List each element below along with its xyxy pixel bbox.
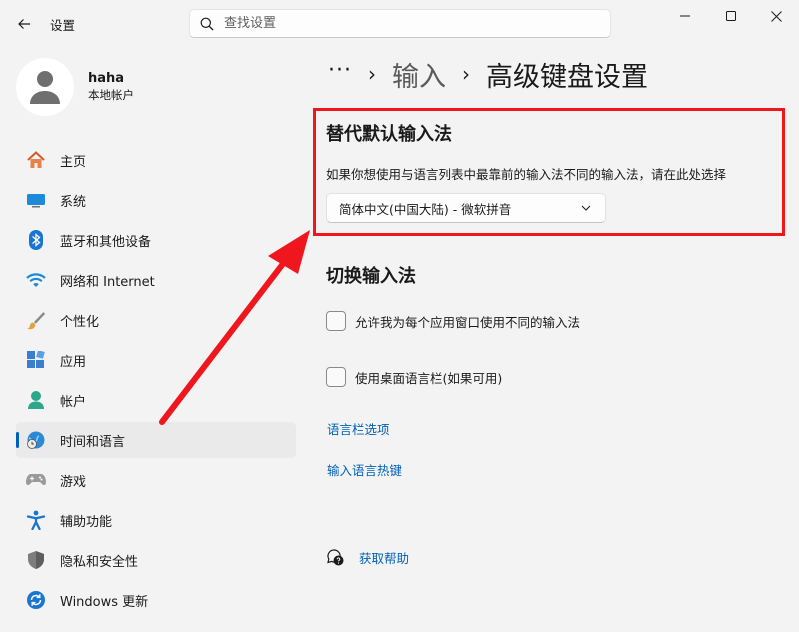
maximize-button[interactable] bbox=[708, 0, 754, 32]
breadcrumb-overflow-button[interactable]: ··· bbox=[328, 58, 352, 83]
sidebar-item-system[interactable]: 系统 bbox=[16, 182, 296, 218]
profile-account-type: 本地帐户 bbox=[88, 88, 134, 102]
avatar bbox=[16, 58, 74, 116]
input-hotkeys-link[interactable]: 输入语言热键 bbox=[327, 460, 402, 479]
globe-clock-icon bbox=[25, 429, 47, 451]
get-help-label: 获取帮助 bbox=[359, 550, 410, 566]
search-icon bbox=[190, 17, 224, 31]
sidebar-item-accessibility[interactable]: 辅助功能 bbox=[16, 502, 296, 538]
sidebar-item-network[interactable]: 网络和 Internet bbox=[16, 262, 296, 298]
sidebar-item-label: 隐私和安全性 bbox=[60, 554, 139, 570]
language-bar-options-link[interactable]: 语言栏选项 bbox=[327, 419, 390, 438]
sidebar-item-bluetooth[interactable]: 蓝牙和其他设备 bbox=[16, 222, 296, 258]
checkbox-label: 使用桌面语言栏(如果可用) bbox=[355, 370, 503, 386]
wifi-icon bbox=[25, 269, 47, 291]
desktop-language-bar-option[interactable]: 使用桌面语言栏(如果可用) bbox=[326, 366, 502, 388]
person-icon bbox=[30, 71, 60, 104]
page-title: 高级键盘设置 bbox=[485, 61, 648, 93]
sidebar-item-label: 系统 bbox=[60, 194, 87, 210]
dropdown-selected-value: 简体中文(中国大陆) - 微软拼音 bbox=[339, 201, 512, 217]
close-button[interactable] bbox=[753, 0, 799, 32]
apps-icon bbox=[25, 349, 47, 371]
section-title-switch-input: 切换输入法 bbox=[326, 266, 416, 287]
accessibility-icon bbox=[25, 509, 47, 531]
search-box[interactable] bbox=[189, 9, 611, 38]
maximize-icon bbox=[726, 11, 736, 21]
account-icon bbox=[25, 389, 47, 411]
checkbox-label: 允许我为每个应用窗口使用不同的输入法 bbox=[355, 314, 581, 330]
sidebar-item-windows-update[interactable]: Windows 更新 bbox=[16, 582, 296, 618]
home-icon bbox=[25, 149, 47, 171]
sidebar-item-label: 时间和语言 bbox=[60, 434, 126, 450]
profile-name: haha bbox=[88, 71, 125, 86]
bluetooth-icon bbox=[25, 229, 47, 251]
search-input[interactable] bbox=[224, 16, 584, 31]
per-app-input-option[interactable]: 允许我为每个应用窗口使用不同的输入法 bbox=[326, 310, 580, 332]
desktop-language-bar-checkbox[interactable] bbox=[326, 367, 346, 387]
section-title-override-input: 替代默认输入法 bbox=[326, 124, 452, 145]
sidebar-item-label: 辅助功能 bbox=[60, 514, 113, 530]
sidebar-item-gaming[interactable]: 游戏 bbox=[16, 462, 296, 498]
override-input-description: 如果你想使用与语言列表中最靠前的输入法不同的输入法，请在此处选择 bbox=[326, 167, 727, 182]
sidebar-item-apps[interactable]: 应用 bbox=[16, 342, 296, 378]
chevron-right-icon: › bbox=[461, 62, 470, 86]
get-help-link[interactable]: 获取帮助 bbox=[326, 546, 409, 568]
sidebar-item-label: 个性化 bbox=[60, 314, 100, 330]
user-profile[interactable]: haha 本地帐户 bbox=[16, 58, 134, 116]
sidebar-item-label: 蓝牙和其他设备 bbox=[60, 234, 152, 250]
per-app-input-checkbox[interactable] bbox=[326, 311, 346, 331]
sidebar-item-accounts[interactable]: 帐户 bbox=[16, 382, 296, 418]
sidebar-nav: 主页 系统 蓝牙和其他设备 网络和 Internet 个性化 应用 帐户 时间和… bbox=[16, 142, 296, 622]
sidebar-item-label: 应用 bbox=[60, 354, 87, 370]
sidebar-item-time-language[interactable]: 时间和语言 bbox=[16, 422, 296, 458]
brush-icon bbox=[25, 309, 47, 331]
sidebar-item-label: 游戏 bbox=[60, 474, 87, 490]
close-icon bbox=[770, 10, 782, 22]
sidebar-item-label: 网络和 Internet bbox=[60, 274, 155, 290]
sidebar-item-privacy[interactable]: 隐私和安全性 bbox=[16, 542, 296, 578]
sidebar-item-label: Windows 更新 bbox=[60, 594, 149, 610]
chevron-down-icon bbox=[581, 205, 591, 211]
minimize-button[interactable] bbox=[662, 0, 708, 32]
shield-icon bbox=[25, 549, 47, 571]
chevron-right-icon: › bbox=[367, 62, 376, 86]
sidebar-item-personalization[interactable]: 个性化 bbox=[16, 302, 296, 338]
back-button[interactable] bbox=[12, 12, 36, 36]
back-arrow-icon bbox=[18, 19, 30, 29]
update-icon bbox=[25, 589, 47, 611]
monitor-icon bbox=[25, 189, 47, 211]
breadcrumb: ··· › 输入 › 高级键盘设置 bbox=[328, 54, 648, 94]
title-bar: 设置 bbox=[0, 0, 799, 46]
input-method-dropdown[interactable]: 简体中文(中国大陆) - 微软拼音 bbox=[326, 193, 606, 223]
sidebar-item-label: 主页 bbox=[60, 154, 87, 170]
breadcrumb-parent[interactable]: 输入 bbox=[392, 55, 446, 94]
gamepad-icon bbox=[25, 469, 47, 491]
minimize-icon bbox=[680, 15, 690, 17]
sidebar-item-home[interactable]: 主页 bbox=[16, 142, 296, 178]
sidebar-item-label: 帐户 bbox=[60, 394, 87, 410]
help-chat-icon bbox=[327, 549, 344, 566]
app-title: 设置 bbox=[50, 18, 76, 33]
